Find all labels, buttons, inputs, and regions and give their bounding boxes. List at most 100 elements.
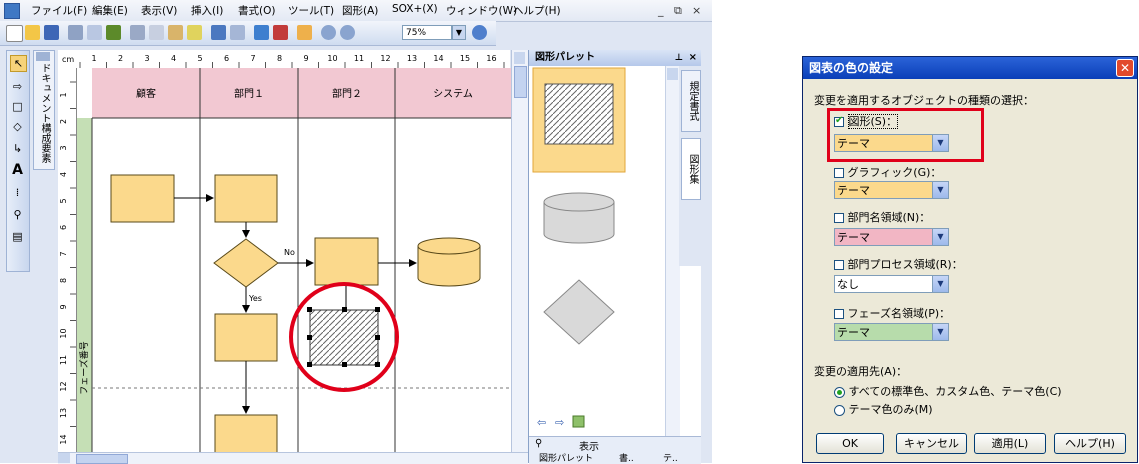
decision-diamond[interactable] [213,238,279,288]
ruler-tick-label: 8 [59,278,68,283]
palette-item-cylinder[interactable] [543,192,615,244]
panel-pin-icon[interactable] [36,52,50,61]
dept-name-combo-dropdown-icon[interactable]: ▼ [932,229,948,245]
process-box-dept1-a[interactable] [214,174,278,223]
palette-scroll-up-icon[interactable] [667,68,678,80]
palette-scrollbar[interactable] [665,66,680,449]
app-icon[interactable] [4,3,20,19]
connector-tool-icon[interactable]: ↳ [10,141,25,156]
dept-name-color-combo[interactable]: テーマ ▼ [834,228,949,246]
shapes-icon[interactable] [254,25,269,40]
find-shapes-icon[interactable]: ⚲ [535,438,542,449]
tab-shape-collection[interactable]: 図形集 [681,138,701,200]
menu-sox[interactable]: SOX+(X) [392,3,438,15]
dept-name-checkbox[interactable] [834,213,844,223]
phase-name-combo-dropdown-icon[interactable]: ▼ [932,324,948,340]
process-box-dept1-c[interactable] [214,414,278,453]
new-doc-icon[interactable] [6,25,23,42]
graphic-color-combo[interactable]: テーマ ▼ [834,181,949,199]
menu-tools[interactable]: ツール(T) [288,3,334,18]
phase-name-checkbox[interactable] [834,309,844,319]
text-block-icon[interactable]: ⁞ [10,185,25,200]
restore-button[interactable]: ⧉ [674,4,682,18]
palette-close-icon[interactable]: × [689,50,697,66]
rectangle-tool-icon[interactable]: □ [10,99,25,114]
process-box-customer[interactable] [110,174,175,223]
redo-icon[interactable] [230,25,245,40]
dept-process-color-combo[interactable]: なし ▼ [834,275,949,293]
save-icon[interactable] [44,25,59,40]
tab-standard-format[interactable]: 規定書式 [681,70,701,132]
radio-all-colors[interactable] [834,386,845,398]
drawing-canvas[interactable]: 顧客 部門１ 部門２ システム フェーズ番号 No Yes [77,68,511,453]
graphic-checkbox[interactable] [834,168,844,178]
palette-home-icon[interactable] [572,415,585,428]
cut-icon[interactable] [130,25,145,40]
help-icon[interactable] [472,25,487,40]
apply-button[interactable]: 適用(L) [974,433,1046,454]
back-icon[interactable] [321,25,336,40]
scroll-thumb[interactable] [514,66,527,98]
palette-back-icon[interactable]: ⇦ [537,416,546,429]
menu-help[interactable]: ヘルプ(H) [513,3,561,18]
spelling-icon[interactable] [106,25,121,40]
connector-icon[interactable] [297,25,312,40]
zoom-input[interactable]: 75% [402,25,452,40]
page-tool-icon[interactable]: ▤ [10,229,25,244]
palette-forward-icon[interactable]: ⇨ [555,416,564,429]
radio-theme-only[interactable] [834,404,845,416]
dept-process-checkbox[interactable] [834,260,844,270]
forward-icon[interactable] [340,25,355,40]
palette-item-diamond[interactable] [543,279,615,345]
pointer-tool-icon[interactable]: ↖ [10,55,27,72]
menu-shape[interactable]: 図形(A) [342,3,378,18]
print-preview-icon[interactable] [87,25,102,40]
palette-footer: ⚲ 表示 図形パレット 書.. テ.. [529,436,701,464]
menu-edit[interactable]: 編集(E) [92,3,128,18]
ruler-tick-label: 5 [59,198,68,203]
text-tool-icon[interactable]: A [10,163,25,178]
cancel-button[interactable]: キャンセル [896,433,967,454]
ruler-tick-label: 6 [59,225,68,230]
undo-icon[interactable] [211,25,226,40]
dialog-close-icon[interactable]: ✕ [1116,59,1134,77]
connection-point-icon[interactable]: ⇨ [10,79,25,94]
graphic-combo-dropdown-icon[interactable]: ▼ [932,182,948,198]
help-button[interactable]: ヘルプ(H) [1054,433,1126,454]
menu-window[interactable]: ウィンドウ(W) [446,3,517,18]
print-icon[interactable] [68,25,83,40]
pencil-icon[interactable] [273,25,288,40]
menu-insert[interactable]: 挿入(I) [191,3,223,18]
menu-format[interactable]: 書式(O) [238,3,275,18]
copy-icon[interactable] [149,25,164,40]
horizontal-scrollbar[interactable] [58,452,528,464]
zoom-tool-icon[interactable]: ⚲ [10,207,25,222]
dept-name-combo-value: テーマ [837,231,870,244]
process-box-dept2[interactable] [314,237,379,286]
zoom-dropdown-icon[interactable]: ▼ [452,25,466,40]
dialog-title: 図表の色の設定 [809,61,894,75]
palette-side-tabs: 規定書式 図形集 [679,66,701,266]
scroll-up-icon[interactable] [514,52,525,64]
document-elements-panel[interactable]: ドキュメント構成要素 [33,50,55,170]
palette-pin-icon[interactable]: ⊥ [675,50,683,66]
database-cylinder[interactable] [417,237,481,287]
menu-view[interactable]: 表示(V) [141,3,177,18]
format-painter-icon[interactable] [187,25,202,40]
close-button[interactable]: × [692,4,701,17]
footer-tab-palette[interactable]: 図形パレット [539,451,593,464]
diamond-tool-icon[interactable]: ◇ [10,119,25,134]
minimize-button[interactable]: _ [658,4,664,17]
process-box-dept1-b[interactable] [214,313,278,362]
paste-icon[interactable] [168,25,183,40]
footer-tab-theme[interactable]: テ.. [663,451,678,464]
footer-tab-doc[interactable]: 書.. [619,451,634,464]
ok-button[interactable]: OK [816,433,884,454]
menu-file[interactable]: ファイル(F) [31,3,87,18]
vertical-scrollbar[interactable] [511,50,528,453]
scroll-left-icon[interactable] [58,453,70,463]
phase-name-color-combo[interactable]: テーマ ▼ [834,323,949,341]
selected-hatched-shape[interactable] [309,309,379,366]
open-folder-icon[interactable] [25,25,40,40]
dept-process-combo-dropdown-icon[interactable]: ▼ [932,276,948,292]
